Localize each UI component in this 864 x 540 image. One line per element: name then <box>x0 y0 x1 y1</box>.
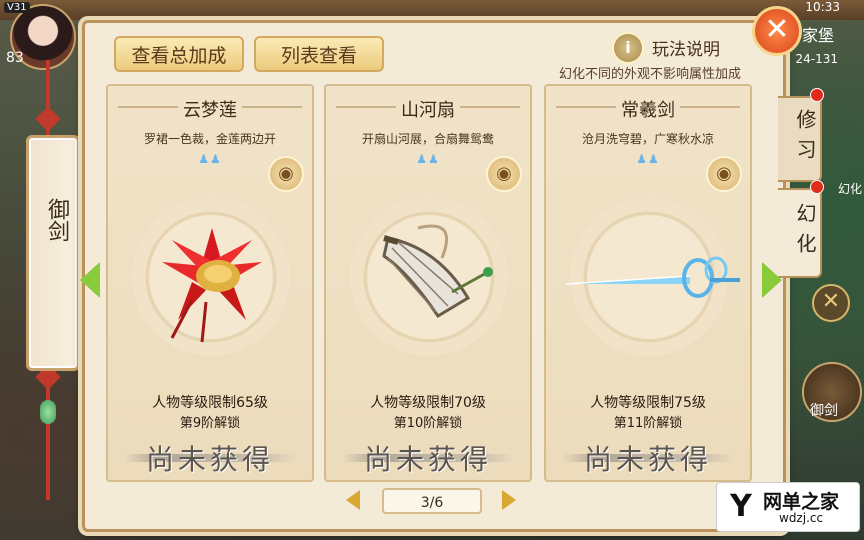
prev-arrow-icon[interactable] <box>80 262 100 298</box>
home-label: 家堡 <box>801 26 834 45</box>
page-prev-icon[interactable] <box>346 490 360 510</box>
top-hud-bar <box>0 0 864 20</box>
fan-icon <box>382 224 493 319</box>
list-view-button[interactable]: 列表查看 <box>254 36 384 72</box>
watermark-url: wdzj.cc <box>779 511 824 525</box>
preview-eye-icon[interactable]: ◉ <box>268 156 304 192</box>
item-showcase <box>350 198 508 356</box>
help-note: 幻化不同的外观不影响属性加成 <box>559 67 742 82</box>
item-showcase <box>132 198 290 356</box>
level-requirement: 人物等级限制70级 <box>370 395 486 411</box>
flying-sword-label: 御剑 <box>810 403 838 419</box>
sword-icon <box>565 256 740 298</box>
appearance-card[interactable]: 常羲剑 沧月洗穹碧，广寒秋水凉 ♟♟ ◉ 人物等级限制75级 第11阶解锁 尚未… <box>544 84 752 482</box>
not-obtained-stamp: 尚未获得 <box>583 443 712 476</box>
clock-text: 10:33 <box>805 0 840 14</box>
map-coords: 24-131 <box>795 52 838 66</box>
card-description: 罗裙一色裁，金莲两边开 <box>143 132 276 146</box>
tab-transform[interactable]: 幻化 <box>778 188 822 278</box>
background-label: 幻化 <box>837 182 862 196</box>
preview-eye-icon[interactable]: ◉ <box>706 156 742 192</box>
not-obtained-stamp: 尚未获得 <box>363 443 492 476</box>
unlock-tier: 第11阶解锁 <box>613 416 683 431</box>
lotus-icon <box>162 228 262 343</box>
close-button[interactable]: ✕ <box>752 6 802 56</box>
unlock-tier: 第10阶解锁 <box>393 416 463 431</box>
level-requirement: 人物等级限制75级 <box>590 395 706 411</box>
jade-pendant-icon <box>40 400 56 424</box>
help-label[interactable]: 玩法说明 <box>652 35 720 60</box>
tab-cultivate[interactable]: 修习 <box>778 96 822 182</box>
left-tab-label: 御剑 <box>44 198 69 242</box>
player-level: 83 <box>6 50 24 66</box>
view-total-bonus-button[interactable]: 查看总加成 <box>114 36 244 72</box>
left-tab-flying-sword[interactable]: 御剑 <box>26 135 80 371</box>
item-showcase <box>565 198 740 356</box>
card-title: 常羲剑 <box>621 100 675 121</box>
page-next-icon[interactable] <box>502 490 516 510</box>
flying-sword-button[interactable]: 御剑 <box>802 362 862 422</box>
site-watermark: Y 网单之家 wdzj.cc <box>716 482 860 532</box>
next-arrow-icon[interactable] <box>762 262 782 298</box>
card-title: 山河扇 <box>401 100 455 121</box>
vip-level-badge: V31 <box>4 2 30 13</box>
cross-swords-icon[interactable]: ✕ <box>812 284 850 322</box>
appearance-card[interactable]: 山河扇 开扇山河展，合扇舞鸳鸯 ♟♟ ◉ 人物等级限制70级 第10阶解锁 尚未… <box>324 84 532 482</box>
card-title: 云梦莲 <box>183 100 237 121</box>
appearance-card[interactable]: 云梦莲 罗裙一色裁，金莲两边开 ♟♟ ◉ 人物等级限制65级 第9阶解锁 尚未获… <box>106 84 314 482</box>
not-obtained-stamp: 尚未获得 <box>145 443 274 476</box>
page-indicator: 3/6 <box>382 488 482 514</box>
watermark-name: 网单之家 <box>763 491 840 513</box>
notification-dot <box>810 180 824 194</box>
watermark-logo-icon: Y <box>730 489 752 524</box>
notification-dot <box>810 88 824 102</box>
card-description: 开扇山河展，合扇舞鸳鸯 <box>361 132 494 146</box>
unlock-tier: 第9阶解锁 <box>179 416 241 431</box>
preview-eye-icon[interactable]: ◉ <box>486 156 522 192</box>
card-description: 沧月洗穹碧，广寒秋水凉 <box>581 132 714 146</box>
info-icon[interactable]: i <box>612 32 644 64</box>
level-requirement: 人物等级限制65级 <box>152 395 268 411</box>
